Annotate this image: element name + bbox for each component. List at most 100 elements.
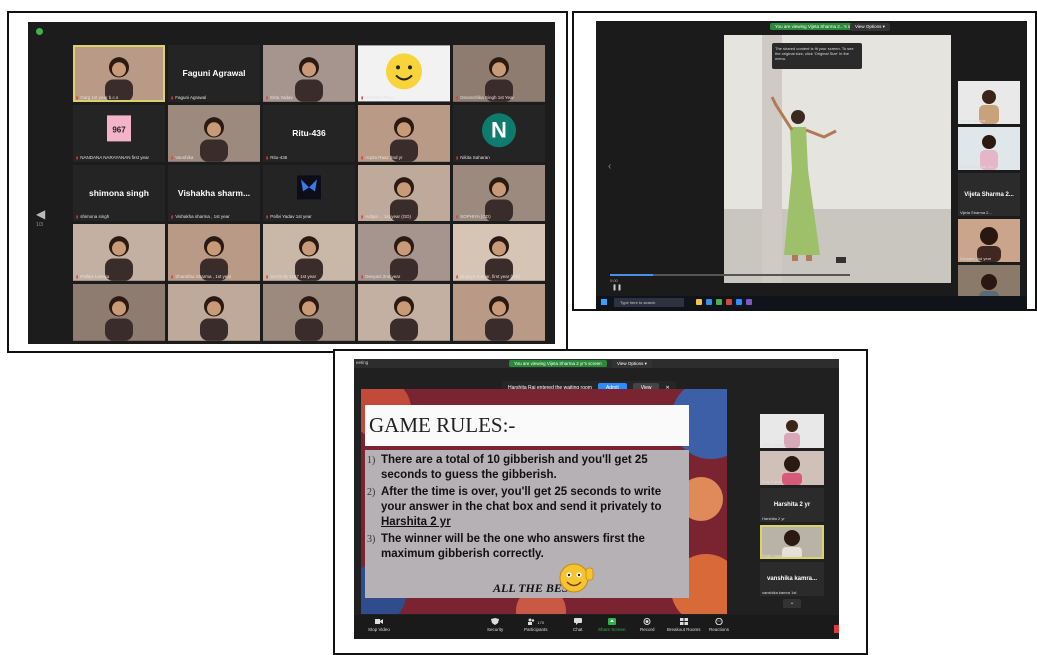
participant-label: Pallavi Lamiya [76,274,109,279]
participant-tile[interactable] [168,284,260,341]
zoom-share-window: You are viewing Vijeta Sharma 2...'s scr… [596,21,1027,309]
thumb-3[interactable]: Harshita 2 yr Harshita 2 yr [760,488,824,522]
participants-button[interactable]: 170 Participants [524,618,548,632]
participant-tile[interactable]: Faguni Agrawal Faguni Agrawal [168,45,260,102]
chevron-down-icon[interactable]: ⌄ [783,599,801,608]
participant-tile[interactable]: Devyani 2nd year [358,224,450,282]
left-arrow-icon[interactable]: ‹ [608,161,611,172]
participant-video [358,164,450,222]
participant-tile[interactable]: Pallvi Yadav 1st year [263,164,355,222]
participant-tile[interactable]: Ekta Yadav [263,45,355,102]
chrome-icon[interactable] [716,299,722,305]
shield-icon [491,618,500,625]
participant-tile[interactable]: Ritu-436 Ritu-436 [263,104,355,162]
gallery-screenshot-panel: ◀ 1/3 Garg 1st year b.c.sFaguni AgrawalF… [7,11,568,353]
participant-video [263,224,355,282]
app-icon-2[interactable] [746,299,752,305]
participant-tile[interactable]: Bhavya Kumar, first year (GD) [453,224,545,282]
participant-tile[interactable]: Arpita Raaz 2nd yr [358,104,450,162]
dancer-figure [770,96,837,261]
rule-1: 1) There are a total of 10 gibberish and… [367,454,648,481]
edge-icon[interactable] [706,299,712,305]
thumb-1[interactable]: Nikita Jangra... [760,414,824,448]
record-button[interactable]: Record [640,618,655,632]
participant-tile[interactable] [453,284,545,341]
taskbar-search[interactable]: Type here to search [614,298,684,307]
participant-tile[interactable] [358,284,450,341]
thumb-4[interactable]: Devyani 2nd year [958,219,1020,262]
video-camera-icon [374,619,383,624]
participant-video [453,164,545,222]
app-icon[interactable] [726,299,732,305]
play-pause-icon[interactable]: ❚❚ [612,284,622,291]
participant-video [168,224,260,282]
participant-video [73,224,165,282]
participant-label: Ritu-436 [266,155,287,160]
participant-tile[interactable]: N Nikita Saharan [453,104,545,162]
participant-name: Faguni Agrawal [182,68,246,79]
participant-tile[interactable] [73,284,165,341]
windows-taskbar: Type here to search [596,296,1027,309]
participant-tile[interactable] [263,284,355,341]
participant-label: VARSHA PALI [361,95,394,100]
breakout-rooms-icon [679,618,688,625]
participant-tile[interactable]: Vanshika [168,104,260,162]
participant-label: Sai Dolly 1157 1st year [266,274,316,279]
participant-tile[interactable]: VARSHA PALI [358,45,450,102]
share-screen-icon [607,618,616,625]
participant-label: Arpita Raaz 2nd yr [361,155,402,160]
participant-video [358,104,450,162]
thumb-1[interactable]: Vijeta Sharma [958,81,1020,124]
participant-video [263,45,355,102]
file-explorer-icon[interactable] [696,299,702,305]
participant-label: Vanshika [171,155,193,160]
video-time: 0:00 [610,278,618,283]
participant-tile[interactable]: Aditya ... 1st year (GD) [358,164,450,222]
record-icon [643,618,651,625]
security-button[interactable]: Security [487,618,503,632]
participant-tile[interactable]: Vishakha sharm... Vishakha sharma , 1st y… [168,164,260,222]
zoom-app-icon[interactable] [736,299,742,305]
share-screen-button[interactable]: Share Screen [598,618,626,632]
smiley-sun-icon [358,45,450,102]
participant-label: Aditya ... 1st year (GD) [361,214,411,219]
participant-tile[interactable]: Sai Dolly 1157 1st year [263,224,355,282]
end-meeting-button[interactable] [834,625,839,633]
participant-label: Faguni Agrawal [171,95,206,100]
windows-start-icon[interactable] [601,299,607,305]
profile-picture: 967 [73,105,165,162]
participant-video [168,284,260,341]
participant-tile[interactable]: 967 NANDANA NARAYANAN first year [73,104,165,162]
participant-tile[interactable]: Shambha Sharma , 1st year [168,224,260,282]
participants-icon [528,618,535,625]
participant-label: Shambha Sharma , 1st year [171,274,231,279]
previous-page-arrow-icon[interactable]: ◀ [36,207,45,221]
chat-button[interactable]: Chat [573,618,583,632]
view-options-button[interactable]: View Options ▾ [850,23,890,31]
thumb-2[interactable]: Nikita Saharan 2yr [958,127,1020,170]
participant-tile[interactable]: Pallavi Lamiya [73,224,165,282]
participant-name: Vishakha sharm... [177,187,251,198]
breakout-rooms-button[interactable]: Breakout Rooms [667,618,701,632]
rule-2: 2) After the time is over, you'll get 25… [367,486,662,528]
participant-tile[interactable]: shimona singh shimona singh [73,164,165,222]
thumb-4-active-speaker[interactable]: Pallvi Yadav 2nd year [760,525,824,559]
reactions-button[interactable]: Reactions [709,618,729,632]
thumb-3[interactable]: Vijeta Sharma 2... Vijeta Sharma 2... [958,173,1020,216]
security-shield-icon[interactable] [36,28,43,35]
video-progress-bar[interactable] [610,274,850,276]
fit-screen-tooltip: The shared content is fit your screen. T… [772,43,862,69]
reactions-icon [715,618,723,625]
view-options-button[interactable]: View Options ▾ [612,360,652,368]
participant-tile[interactable]: SOPHIYA (GD) [453,164,545,222]
thumb-2[interactable]: Ekta 1 year [760,451,824,485]
stop-video-button[interactable]: Stop Video [368,618,390,632]
participant-video [358,224,450,282]
game-rules-screenshot-panel: eeting You are viewing Vijeta Sharma 2 y… [333,349,868,655]
participant-label: Ekta Yadav [266,95,293,100]
participant-tile[interactable]: Devanshika Singh 1st Year [453,45,545,102]
participant-tile[interactable]: Garg 1st year b.c.s [73,45,165,102]
participant-label: Vishakha sharma , 1st year [171,214,229,219]
participant-label: Bhavya Kumar, first year (GD) [456,274,520,279]
thumb-5[interactable]: vanshika kamra... vanshika kamra 1st [760,562,824,596]
